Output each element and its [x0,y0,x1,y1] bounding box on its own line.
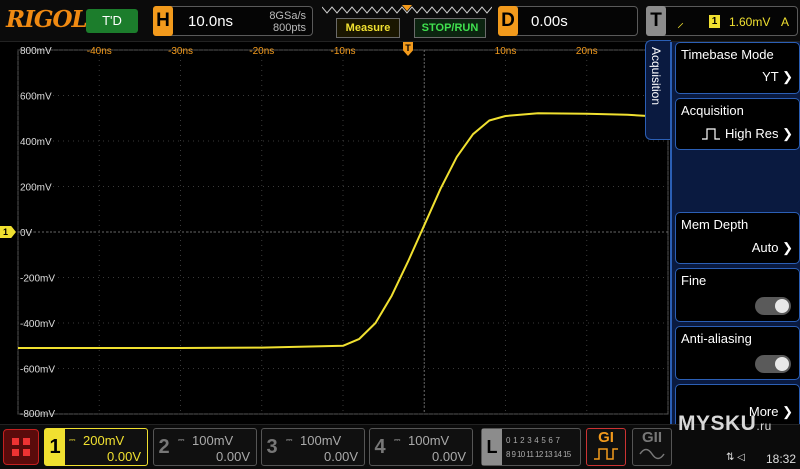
memory-position-strip [322,5,492,14]
stop-run-button[interactable]: STOP/RUN [414,18,486,38]
channel-1-button[interactable]: 1 ⎓ 200mV 0.00V [44,428,148,466]
channel-offset: 0.00V [216,449,250,464]
acquisition-tab-label: Acquisition [649,47,663,106]
channel-4-button[interactable]: 4 ⎓ 100mV 0.00V [369,428,473,466]
channel-offset: 0.00V [107,449,141,464]
menu-acquisition[interactable]: Acquisition High Res ❯ [675,98,800,150]
generator-2-label: GII [641,429,662,446]
tray-icons: ⇅ ◁ [726,452,745,463]
channel-scale: 100mV [408,433,450,448]
y-tick-label: -400mV [20,319,55,330]
delay-badge: D [498,6,518,36]
top-bar: RIGOL T'D H 10.0ns 8GSa/s 800pts Measure… [0,0,800,42]
y-tick-label: -600mV [20,365,55,376]
channel-number: 1 [45,429,65,465]
channel-offset: 0.00V [432,449,466,464]
y-tick-label: 400mV [20,137,52,148]
y-tick-label: -800mV [20,409,55,420]
x-tick-label: -10ns [330,46,355,57]
menu-mem-depth[interactable]: Mem Depth Auto ❯ [675,212,800,264]
logic-channels-high: 8 9 10 11 12 13 14 15 [506,450,571,459]
menu-spacer [675,154,800,210]
x-tick-label: 20ns [576,46,598,57]
grid-icon [12,438,30,456]
sample-rate: 8GSa/s [269,10,306,22]
menu-timebase-mode[interactable]: Timebase Mode YT ❯ [675,42,800,94]
menu-item-title: Acquisition [681,103,744,118]
x-tick-label: 10ns [495,46,517,57]
y-tick-label: 600mV [20,92,52,103]
y-tick-label: -200mV [20,274,55,285]
menu-item-value: Auto ❯ [751,240,793,255]
menu-fine[interactable]: Fine [675,268,800,322]
square-wave-icon [594,448,618,460]
dc-coupling-icon: ⎓ [178,435,184,444]
acquisition-tab[interactable]: Acquisition [645,40,671,140]
menu-item-title: Mem Depth [681,217,749,232]
menu-item-value: YT ❯ [762,69,793,84]
menu-anti-aliasing[interactable]: Anti-aliasing [675,326,800,380]
channel-number: 4 [374,436,386,458]
fine-toggle[interactable] [755,297,791,315]
generator-1-label: GI [598,429,614,446]
watermark: MYSKU.ru [678,412,772,435]
channel-scale: 200mV [83,433,125,448]
x-tick-label: -30ns [168,46,193,57]
chevron-right-icon: ❯ [778,69,793,84]
sine-wave-icon [639,448,665,460]
trigger-source: 1 [709,15,720,28]
generator-1-button[interactable]: GI [586,428,626,466]
trigger-mode: A [781,15,790,29]
menu-item-title: Timebase Mode [681,47,774,62]
trigger-panel[interactable]: T ⸝ 1 1.60mV A [646,6,798,36]
dc-coupling-icon: ⎓ [394,435,400,444]
anti-aliasing-toggle[interactable] [755,355,791,373]
channel-2-button[interactable]: 2 ⎓ 100mV 0.00V [153,428,257,466]
channel-3-button[interactable]: 3 ⎓ 100mV 0.00V [261,428,365,466]
x-tick-label: -40ns [87,46,112,57]
pulse-icon [702,128,720,140]
y-tick-label: 800mV [20,46,52,57]
horizontal-panel[interactable]: H 10.0ns 8GSa/s 800pts [153,6,313,36]
chevron-right-icon: ❯ [778,404,793,419]
menu-item-value: High Res ❯ [725,126,793,141]
y-tick-label: 0V [20,228,33,239]
channel-offset: 0.00V [324,449,358,464]
timebase-value: 10.0ns [188,13,234,30]
y-tick-label: 200mV [20,183,52,194]
delay-value: 0.00s [531,13,568,30]
home-menu-button[interactable] [3,429,39,465]
generator-2-button[interactable]: GII [632,428,672,466]
network-icon: ⇅ [726,452,735,463]
dc-coupling-icon: ⎓ [286,435,292,444]
trigger-level: 1.60mV [729,15,771,29]
measure-button[interactable]: Measure [336,18,400,38]
scope-grid[interactable]: -40ns-30ns-20ns-10ns10ns20ns30800mV600mV… [0,42,670,424]
chevron-right-icon: ❯ [778,126,793,141]
x-tick-label: -20ns [249,46,274,57]
trigger-status-badge: T'D [86,9,138,33]
rigol-logo: RIGOL [6,6,88,33]
dc-coupling-icon: ⎓ [69,435,75,444]
channel-scale: 100mV [300,433,342,448]
logic-label: L [482,429,502,465]
speaker-icon: ◁ [737,452,745,463]
channel-number: 2 [158,436,170,458]
chevron-right-icon: ❯ [778,240,793,255]
side-menu: Timebase Mode YT ❯ Acquisition High Res … [670,42,800,436]
channel-number: 3 [266,436,278,458]
delay-panel[interactable]: D 0.00s [498,6,638,36]
horizontal-badge: H [153,6,173,36]
channel-scale: 100mV [192,433,234,448]
memory-points: 800pts [272,22,306,34]
menu-item-title: Anti-aliasing [681,331,752,346]
logic-analyzer-button[interactable]: L 0 1 2 3 4 5 6 7 8 9 10 11 12 13 14 15 [481,428,581,466]
menu-item-title: Fine [681,273,707,288]
system-clock: 18:32 [766,452,797,466]
logic-channels-low: 0 1 2 3 4 5 6 7 [506,436,561,445]
rising-edge-icon: ⸝ [677,14,684,30]
trigger-badge: T [646,6,666,36]
